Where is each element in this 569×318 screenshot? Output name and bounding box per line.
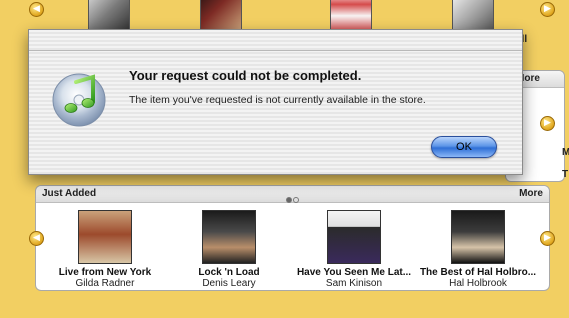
itunes-music-note-icon — [49, 68, 109, 128]
album-cover[interactable] — [452, 0, 494, 32]
just-added-panel: Just Added More Live from New York Gilda… — [35, 185, 550, 291]
album-artist[interactable]: Denis Leary — [169, 278, 289, 289]
partial-row-letter: M — [562, 147, 569, 158]
album-artist[interactable]: Gilda Radner — [45, 278, 165, 289]
just-added-header: Just Added More — [36, 186, 549, 203]
right-arrow-icon[interactable]: ▶ — [540, 231, 555, 246]
album-cover[interactable] — [200, 0, 242, 32]
album-cover[interactable] — [88, 0, 130, 32]
album-title[interactable]: Live from New York — [45, 267, 165, 278]
album-cover[interactable] — [202, 210, 256, 264]
page-indicator[interactable] — [286, 190, 300, 208]
error-alert-dialog: Your request could not be completed. The… — [28, 29, 523, 175]
album-item[interactable]: Lock 'n Load Denis Leary — [169, 210, 289, 289]
right-arrow-icon[interactable]: ▶ — [540, 116, 555, 131]
album-artist[interactable]: Hal Holbrook — [418, 278, 538, 289]
more-link[interactable]: More — [519, 188, 543, 199]
album-cover[interactable] — [78, 210, 132, 264]
album-title[interactable]: Have You Seen Me Lat... — [294, 267, 414, 278]
page-dot[interactable] — [293, 197, 299, 203]
album-cover[interactable] — [327, 210, 381, 264]
album-cover[interactable] — [451, 210, 505, 264]
alert-message: The item you've requested is not current… — [129, 94, 426, 106]
page-dot-active[interactable] — [286, 197, 292, 203]
album-title[interactable]: Lock 'n Load — [169, 267, 289, 278]
right-arrow-icon[interactable]: ▶ — [540, 2, 555, 17]
ok-button[interactable]: OK — [431, 136, 497, 158]
album-item[interactable]: The Best of Hal Holbro... Hal Holbrook — [418, 210, 538, 289]
partial-row-letter: T — [562, 169, 569, 180]
album-cover[interactable] — [330, 0, 372, 32]
left-arrow-icon[interactable]: ◀ — [29, 2, 44, 17]
album-item[interactable]: Live from New York Gilda Radner — [45, 210, 165, 289]
album-title[interactable]: The Best of Hal Holbro... — [418, 267, 538, 278]
album-artist[interactable]: Sam Kinison — [294, 278, 414, 289]
album-item[interactable]: Have You Seen Me Lat... Sam Kinison — [294, 210, 414, 289]
section-title: Just Added — [42, 188, 97, 199]
left-arrow-icon[interactable]: ◀ — [29, 231, 44, 246]
alert-title: Your request could not be completed. — [129, 68, 362, 83]
